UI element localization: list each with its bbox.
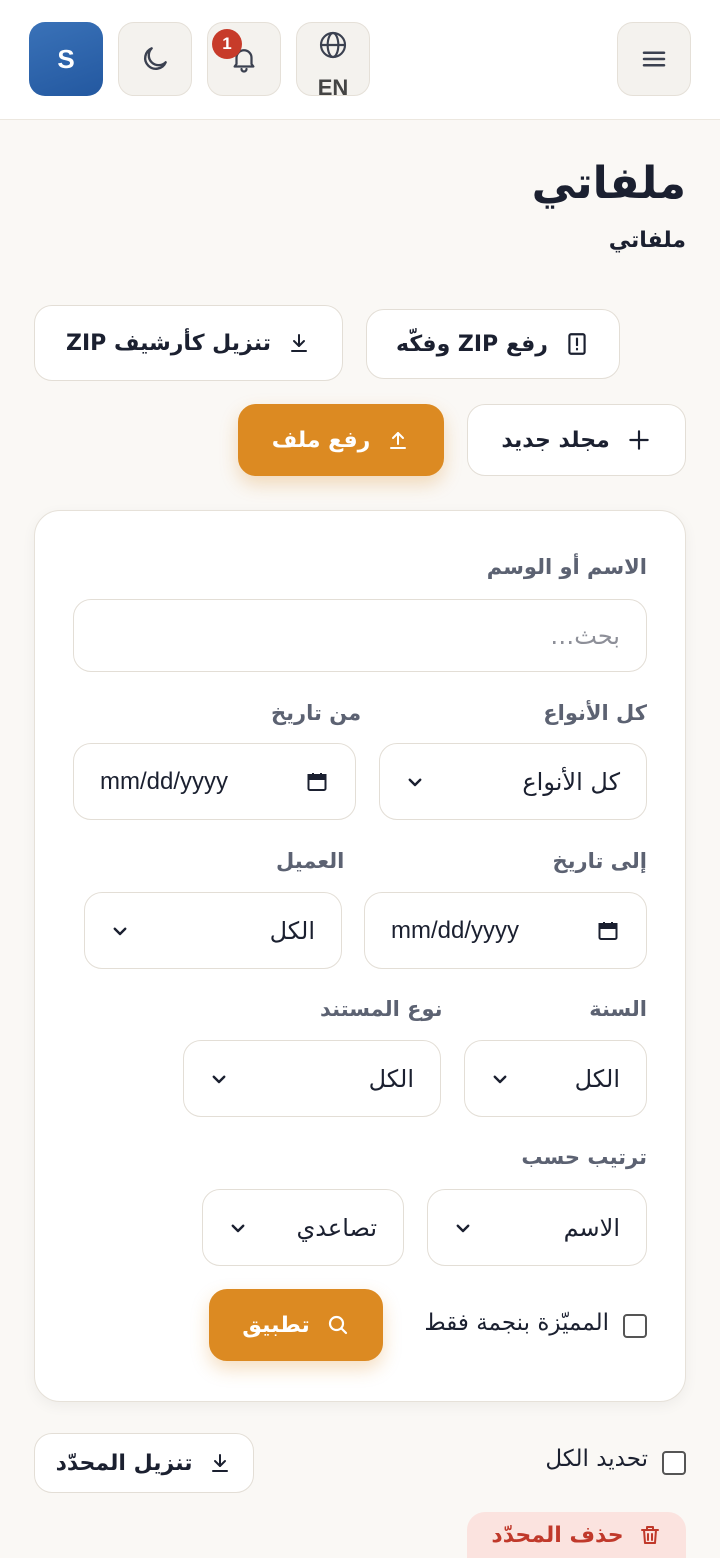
from-date-value: mm/dd/yyyy <box>100 767 229 795</box>
client-select-value: الكل <box>269 916 315 945</box>
chevron-down-icon <box>408 778 422 786</box>
top-bar: S 1 EN <box>0 0 720 120</box>
sort-field-select[interactable]: الاسم <box>427 1189 647 1266</box>
from-date-input[interactable]: mm/dd/yyyy <box>73 743 356 820</box>
doctype-select-value: الكل <box>368 1064 414 1093</box>
theme-toggle-button[interactable] <box>118 22 192 96</box>
download-selected-button[interactable]: تنزيل المحدّد <box>34 1433 254 1493</box>
sort-label: ترتيب حسب <box>521 1145 647 1169</box>
from-date-label: من تاريخ <box>271 701 362 725</box>
search-placeholder: بحث… <box>550 621 620 650</box>
type-select-value: كل الأنواع <box>522 767 620 796</box>
calendar-icon <box>598 921 618 940</box>
client-select[interactable]: الكل <box>84 892 342 969</box>
search-icon <box>328 1315 347 1335</box>
to-date-input[interactable]: mm/dd/yyyy <box>364 892 647 969</box>
moon-icon <box>144 47 167 70</box>
year-label: السنة <box>589 997 647 1021</box>
chevron-down-icon <box>231 1224 245 1232</box>
delete-selected-label: حذف المحدّد <box>491 1522 624 1548</box>
sort-order-select[interactable]: تصاعدي <box>202 1189 404 1266</box>
year-select[interactable]: الكل <box>464 1040 647 1117</box>
sort-order-value: تصاعدي <box>296 1213 377 1242</box>
doctype-select[interactable]: الكل <box>183 1040 441 1117</box>
upload-icon <box>390 432 407 449</box>
search-label: الاسم أو الوسم <box>486 555 647 579</box>
chevron-down-icon <box>212 1075 226 1083</box>
menu-icon <box>642 51 666 67</box>
notification-badge: 1 <box>212 29 242 59</box>
new-folder-button[interactable]: مجلد جديد <box>467 404 686 476</box>
archive-upload-icon <box>568 333 586 355</box>
starred-only-label: المميّزة بنجمة فقط <box>424 1310 609 1336</box>
upload-zip-label: رفع ZIP وفكّه <box>396 331 548 357</box>
download-selected-label: تنزيل المحدّد <box>55 1450 193 1476</box>
sort-field-value: الاسم <box>563 1213 620 1242</box>
language-label: EN <box>317 75 349 100</box>
new-folder-label: مجلد جديد <box>501 427 610 453</box>
language-button[interactable]: EN <box>296 22 370 100</box>
menu-button[interactable] <box>617 22 691 96</box>
type-label: كل الأنواع <box>543 701 647 725</box>
type-select[interactable]: كل الأنواع <box>379 743 647 820</box>
starred-only-checkbox[interactable] <box>623 1314 647 1338</box>
globe-icon <box>319 31 347 59</box>
notifications-button[interactable]: 1 <box>207 22 281 96</box>
download-zip-button[interactable]: تنزيل كأرشيف ZIP <box>34 305 343 381</box>
download-icon <box>290 334 307 352</box>
apply-filters-label: تطبيق <box>242 1312 310 1338</box>
doctype-label: نوع المستند <box>320 997 443 1021</box>
upload-file-button[interactable]: رفع ملف <box>238 404 444 476</box>
year-select-value: الكل <box>574 1064 620 1093</box>
avatar-initial: S <box>57 43 75 74</box>
client-label: العميل <box>276 849 345 873</box>
avatar[interactable]: S <box>29 22 103 96</box>
chevron-down-icon <box>113 927 127 935</box>
trash-icon <box>640 1526 659 1544</box>
page-subtitle: ملفاتي <box>608 228 686 253</box>
to-date-label: إلى تاريخ <box>552 849 647 873</box>
apply-filters-button[interactable]: تطبيق <box>209 1289 383 1361</box>
plus-icon <box>628 430 649 450</box>
upload-file-label: رفع ملف <box>271 427 371 453</box>
select-all-checkbox[interactable] <box>662 1451 686 1475</box>
filter-card: الاسم أو الوسم بحث… كل الأنواع من تاريخ … <box>34 510 686 1402</box>
chevron-down-icon <box>456 1224 470 1232</box>
download-zip-label: تنزيل كأرشيف ZIP <box>66 330 271 356</box>
select-all-label: تحديد الكل <box>545 1446 648 1472</box>
upload-zip-button[interactable]: رفع ZIP وفكّه <box>366 309 620 379</box>
to-date-value: mm/dd/yyyy <box>391 916 520 944</box>
page-title: ملفاتي <box>531 158 686 209</box>
calendar-icon <box>307 772 327 791</box>
search-input[interactable]: بحث… <box>73 599 647 672</box>
download-icon <box>212 1454 229 1472</box>
chevron-down-icon <box>493 1075 507 1083</box>
delete-selected-button[interactable]: حذف المحدّد <box>467 1512 686 1558</box>
